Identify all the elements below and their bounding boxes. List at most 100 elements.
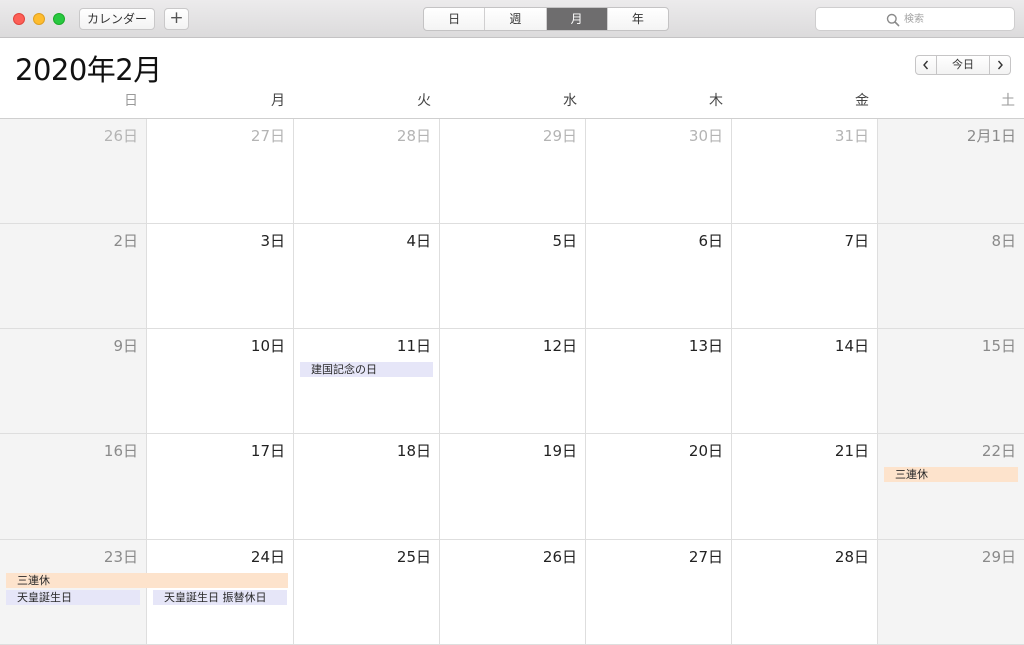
day-cell[interactable]: 5日 — [440, 224, 586, 329]
day-cell[interactable]: 9日 — [0, 329, 147, 434]
day-number: 14日 — [834, 337, 869, 355]
day-number: 22日 — [981, 442, 1016, 460]
tab-month[interactable]: 月 — [546, 8, 608, 30]
weekday-label: 土 — [1001, 93, 1015, 109]
day-cell[interactable]: 22日三連休 — [878, 434, 1024, 540]
day-cell[interactable]: 19日 — [440, 434, 586, 540]
day-number: 29日 — [981, 548, 1016, 566]
add-event-button[interactable]: + — [164, 8, 189, 30]
search-icon — [886, 12, 900, 27]
minimize-window-button[interactable] — [33, 13, 45, 25]
search-field[interactable] — [815, 7, 1015, 31]
day-number: 4日 — [406, 232, 431, 250]
day-number: 10日 — [250, 337, 285, 355]
day-number: 13日 — [688, 337, 723, 355]
day-cell[interactable]: 28日 — [294, 119, 440, 224]
day-cell[interactable]: 23日天皇誕生日 — [0, 540, 147, 645]
day-number: 2日 — [113, 232, 138, 250]
previous-month-button[interactable] — [915, 55, 937, 75]
day-number: 29日 — [542, 127, 577, 145]
day-number: 9日 — [113, 337, 138, 355]
day-cell[interactable]: 7日 — [732, 224, 878, 329]
day-number: 30日 — [688, 127, 723, 145]
day-cell[interactable]: 13日 — [586, 329, 732, 434]
close-window-button[interactable] — [13, 13, 25, 25]
day-number: 5日 — [552, 232, 577, 250]
weekday-label: 木 — [709, 93, 723, 109]
day-cell[interactable]: 31日 — [732, 119, 878, 224]
day-cell[interactable]: 27日 — [147, 119, 294, 224]
day-number: 20日 — [688, 442, 723, 460]
day-cell[interactable]: 17日 — [147, 434, 294, 540]
calendar-event[interactable]: 天皇誕生日 — [6, 590, 140, 605]
day-cell[interactable]: 3日 — [147, 224, 294, 329]
day-number: 18日 — [396, 442, 431, 460]
weekday-label: 月 — [271, 93, 285, 109]
next-month-button[interactable] — [989, 55, 1011, 75]
calendar-event[interactable]: 三連休 — [884, 467, 1018, 482]
weekday-label: 金 — [855, 93, 869, 109]
day-cell[interactable]: 11日建国記念の日 — [294, 329, 440, 434]
day-number: 26日 — [103, 127, 138, 145]
day-cell[interactable]: 27日 — [586, 540, 732, 645]
weekday-header: 日月火水木金土 — [0, 89, 1024, 119]
search-input[interactable] — [904, 11, 1004, 27]
day-number: 28日 — [834, 548, 869, 566]
day-cell[interactable]: 8日 — [878, 224, 1024, 329]
day-cell[interactable]: 30日 — [586, 119, 732, 224]
day-number: 27日 — [250, 127, 285, 145]
tab-day[interactable]: 日 — [424, 8, 486, 30]
day-number: 2月1日 — [966, 127, 1016, 145]
day-cell[interactable]: 29日 — [440, 119, 586, 224]
day-cell[interactable]: 29日 — [878, 540, 1024, 645]
calendar-event-multiday[interactable]: 三連休 — [6, 573, 288, 588]
tab-week[interactable]: 週 — [485, 8, 547, 30]
day-number: 8日 — [991, 232, 1016, 250]
day-cell[interactable]: 10日 — [147, 329, 294, 434]
page-title: 2020年2月 — [15, 53, 162, 87]
day-number: 24日 — [250, 548, 285, 566]
day-cell[interactable]: 4日 — [294, 224, 440, 329]
day-cell[interactable]: 18日 — [294, 434, 440, 540]
day-cell[interactable]: 2日 — [0, 224, 147, 329]
day-number: 12日 — [542, 337, 577, 355]
day-number: 23日 — [103, 548, 138, 566]
zoom-window-button[interactable] — [53, 13, 65, 25]
calendars-button[interactable]: カレンダー — [79, 8, 155, 30]
day-cell[interactable]: 26日 — [0, 119, 147, 224]
day-cell[interactable]: 15日 — [878, 329, 1024, 434]
day-cell[interactable]: 2月1日 — [878, 119, 1024, 224]
day-cell[interactable]: 24日天皇誕生日 振替休日 — [147, 540, 294, 645]
day-number: 15日 — [981, 337, 1016, 355]
day-number: 26日 — [542, 548, 577, 566]
day-cell[interactable]: 21日 — [732, 434, 878, 540]
day-cell[interactable]: 12日 — [440, 329, 586, 434]
day-number: 21日 — [834, 442, 869, 460]
view-segmented-control: 日 週 月 年 — [423, 7, 669, 31]
calendar-event[interactable]: 天皇誕生日 振替休日 — [153, 590, 287, 605]
day-number: 6日 — [698, 232, 723, 250]
day-number: 3日 — [260, 232, 285, 250]
chevron-right-icon — [990, 60, 1010, 70]
day-cell[interactable]: 26日 — [440, 540, 586, 645]
day-number: 25日 — [396, 548, 431, 566]
day-cell[interactable]: 14日 — [732, 329, 878, 434]
day-cell[interactable]: 25日 — [294, 540, 440, 645]
day-number: 17日 — [250, 442, 285, 460]
day-cell[interactable]: 28日 — [732, 540, 878, 645]
tab-year[interactable]: 年 — [608, 8, 668, 30]
day-cell[interactable]: 16日 — [0, 434, 147, 540]
day-number: 31日 — [834, 127, 869, 145]
weekday-label: 火 — [417, 93, 431, 109]
day-cell[interactable]: 20日 — [586, 434, 732, 540]
day-number: 19日 — [542, 442, 577, 460]
chevron-left-icon — [916, 60, 936, 70]
day-cell[interactable]: 6日 — [586, 224, 732, 329]
window-toolbar: カレンダー + 日 週 月 年 — [0, 0, 1024, 38]
month-navigation: 今日 — [915, 55, 1011, 75]
month-grid: 26日 27日 28日 29日 30日 31日 2月1日 2日 3日 4日 5日 6日 7日 8日 9日 10… — [0, 119, 1024, 645]
calendar-event[interactable]: 建国記念の日 — [300, 362, 433, 377]
day-number: 11日 — [396, 337, 431, 355]
today-button[interactable]: 今日 — [937, 55, 989, 75]
day-number: 28日 — [396, 127, 431, 145]
